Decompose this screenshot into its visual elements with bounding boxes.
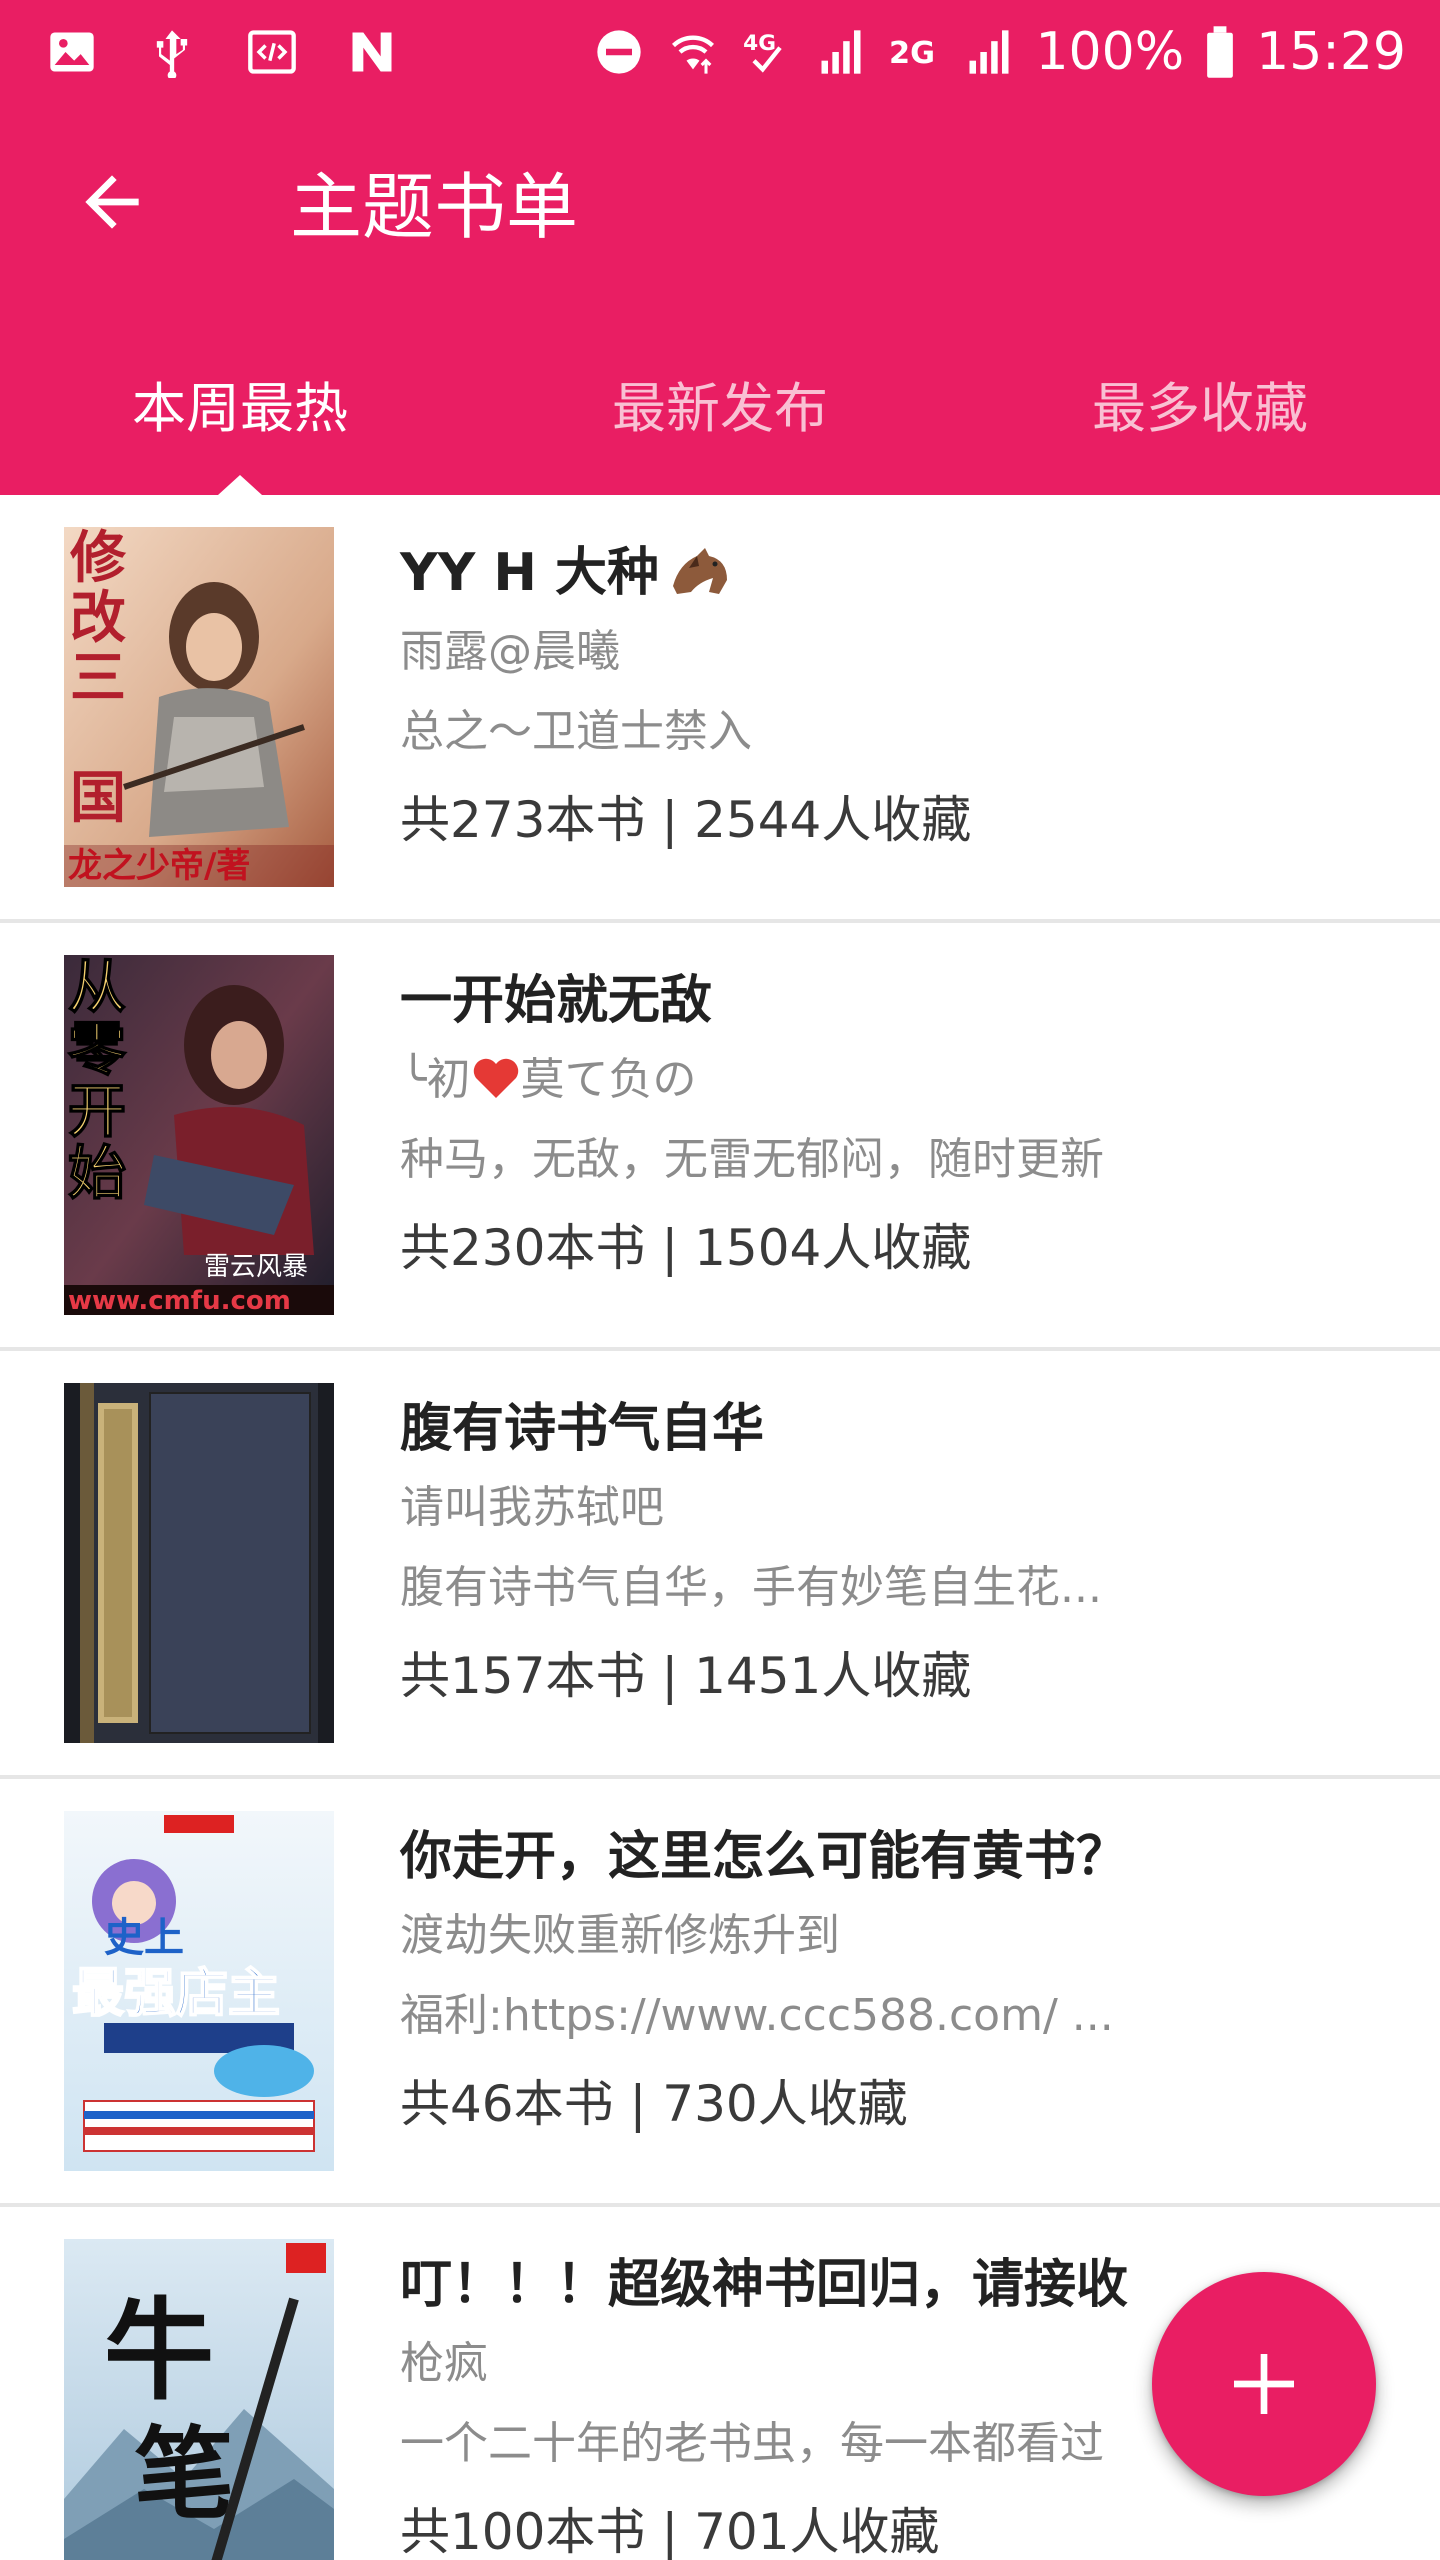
page-title: 主题书单 (290, 165, 579, 249)
plus-icon (1234, 2354, 1294, 2414)
svg-text:开: 开 (68, 1077, 126, 1145)
do-not-disturb-icon (591, 24, 647, 80)
toolbar: 主题书单 (0, 104, 1440, 314)
booklist-author: 雨露@晨曦 (400, 626, 620, 677)
back-button[interactable] (56, 146, 168, 258)
n-app-icon (344, 24, 400, 80)
battery-icon (1202, 24, 1238, 80)
booklist-stats: 共157本书 | 1451人收藏 (400, 1647, 972, 1705)
horse-emoji (673, 548, 728, 594)
booklist-stats: 共273本书 | 2544人收藏 (400, 791, 972, 849)
book-cover: 牛 笔 (64, 2239, 334, 2560)
booklist-title: 一开始就无敌 (400, 971, 713, 1031)
book-cover (64, 1383, 334, 1743)
list-item[interactable]: 修 改 三 国 龙之少帝/著 YY H 大种 雨露@晨曦 总之～卫道士禁入 共2… (0, 495, 1440, 923)
booklist-stats: 共230本书 | 1504人收藏 (400, 1219, 972, 1277)
booklist-description: 总之～卫道士禁入 (400, 706, 752, 757)
add-booklist-button[interactable] (1152, 2272, 1376, 2496)
book-cover: 史上 最强店主 (64, 1811, 334, 2171)
booklist-author: 请叫我苏轼吧 (400, 1482, 664, 1533)
tab-label: 最多收藏 (1092, 377, 1308, 440)
tab-label: 最新发布 (612, 377, 828, 440)
svg-text:4G: 4G (744, 31, 777, 56)
list-item[interactable]: 从 零 开 始 雷云风暴 www.cmfu.com 一开始就无敌 ╰初 莫て负の … (0, 923, 1440, 1351)
svg-text:2G: 2G (889, 36, 935, 71)
booklist-title: 你走开，这里怎么可能有黄书？ (400, 1827, 1129, 1887)
2g-icon: 2G (887, 24, 943, 80)
wifi-icon (665, 24, 721, 80)
status-bar-system: 4G 2G 100% 15:29 (591, 22, 1406, 82)
booklist-stats: 共100本书 | 701人收藏 (400, 2503, 940, 2560)
svg-text:龙之少帝/著: 龙之少帝/著 (68, 846, 250, 886)
svg-text:修: 修 (70, 527, 127, 591)
list-item[interactable]: 史上 最强店主 你走开，这里怎么可能有黄书？ 渡劫失败重新修炼升到 福利:htt… (0, 1779, 1440, 2207)
booklist-description: 一个二十年的老书虫，每一本都看过 (400, 2418, 1104, 2469)
booklist-description: 腹有诗书气自华，手有妙笔自生花... (400, 1562, 1102, 1613)
tab-most-favorited[interactable]: 最多收藏 (960, 350, 1440, 495)
book-cover: 修 改 三 国 龙之少帝/著 (64, 527, 334, 887)
booklist-stats: 共46本书 | 730人收藏 (400, 2075, 908, 2133)
tab-weekly-hot[interactable]: 本周最热 (0, 350, 480, 495)
svg-text:零: 零 (68, 1015, 127, 1083)
status-bar-notifications (44, 22, 400, 82)
status-bar: 4G 2G 100% 15:29 (0, 0, 1440, 104)
battery-percent: 100% (1035, 22, 1185, 82)
svg-text:笔: 笔 (134, 2415, 234, 2533)
signal-icon (961, 24, 1017, 80)
svg-text:三: 三 (70, 645, 126, 711)
signal-icon (813, 24, 869, 80)
booklist-author: ╰初 莫て负の (400, 1054, 697, 1105)
list-item[interactable]: 腹有诗书气自华 请叫我苏轼吧 腹有诗书气自华，手有妙笔自生花... 共157本书… (0, 1351, 1440, 1779)
booklist-title: 叮！！！超级神书回归，请接收 (400, 2255, 1129, 2315)
svg-text:从: 从 (68, 955, 126, 1021)
booklist-description: 福利:https://www.ccc588.com/ ... (400, 1990, 1114, 2041)
app-bar: 4G 2G 100% 15:29 主题书单 本周最热 最新发布 最多收藏 (0, 0, 1440, 495)
booklist-title: 腹有诗书气自华 (400, 1399, 765, 1459)
usb-icon (144, 24, 200, 80)
arrow-back-icon (85, 175, 139, 229)
svg-text:www.cmfu.com: www.cmfu.com (68, 1286, 291, 1315)
heart-emoji (473, 1058, 518, 1098)
booklist-description: 种马，无敌，无雷无郁闷，随时更新 (400, 1134, 1104, 1185)
tab-bar: 本周最热 最新发布 最多收藏 (0, 350, 1440, 495)
svg-text:始: 始 (68, 1139, 126, 1207)
svg-text:改: 改 (70, 585, 126, 651)
clock: 15:29 (1256, 22, 1406, 82)
4g-icon: 4G (739, 24, 795, 80)
image-icon (44, 24, 100, 80)
code-icon (244, 24, 300, 80)
svg-text:史上: 史上 (104, 1915, 184, 1961)
booklist-author: 渡劫失败重新修炼升到 (400, 1910, 840, 1961)
booklist-list: 修 改 三 国 龙之少帝/著 YY H 大种 雨露@晨曦 总之～卫道士禁入 共2… (0, 495, 1440, 2560)
booklist-title: YY H 大种 (400, 539, 731, 607)
book-cover: 从 零 开 始 雷云风暴 www.cmfu.com (64, 955, 334, 1315)
svg-text:最强店主: 最强店主 (72, 1964, 280, 2024)
tab-newest[interactable]: 最新发布 (480, 350, 960, 495)
svg-text:国: 国 (70, 765, 126, 831)
booklist-author: 枪疯 (400, 2338, 488, 2389)
svg-text:雷云风暴: 雷云风暴 (204, 1252, 308, 1282)
tab-indicator (218, 475, 262, 495)
svg-text:牛: 牛 (104, 2286, 214, 2415)
